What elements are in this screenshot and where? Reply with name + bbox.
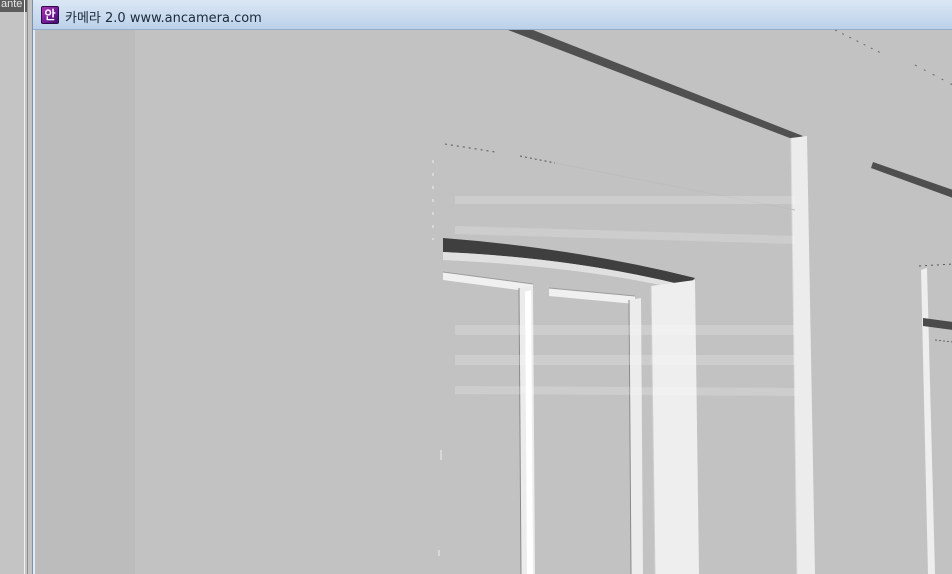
camera-window[interactable]: 안 카메라 2.0 www.ancamera.com bbox=[32, 0, 952, 574]
background-window-tab-label: ante bbox=[1, 0, 23, 10]
title-bar[interactable]: 안 카메라 2.0 www.ancamera.com bbox=[33, 0, 952, 30]
camera-viewport[interactable] bbox=[35, 30, 952, 574]
background-window-edge bbox=[24, 0, 25, 574]
background-window-tab[interactable]: ante bbox=[0, 0, 27, 12]
left-wall-band bbox=[35, 30, 135, 574]
background-window[interactable]: ante bbox=[0, 0, 28, 574]
door-jamb bbox=[651, 280, 699, 574]
camera-scene bbox=[35, 30, 952, 574]
window-title: 카메라 2.0 www.ancamera.com bbox=[65, 11, 262, 26]
desktop: ante 안 카메라 2.0 www.ancamera.com bbox=[0, 0, 952, 574]
wall-background bbox=[35, 30, 952, 574]
app-icon[interactable]: 안 bbox=[41, 6, 59, 24]
